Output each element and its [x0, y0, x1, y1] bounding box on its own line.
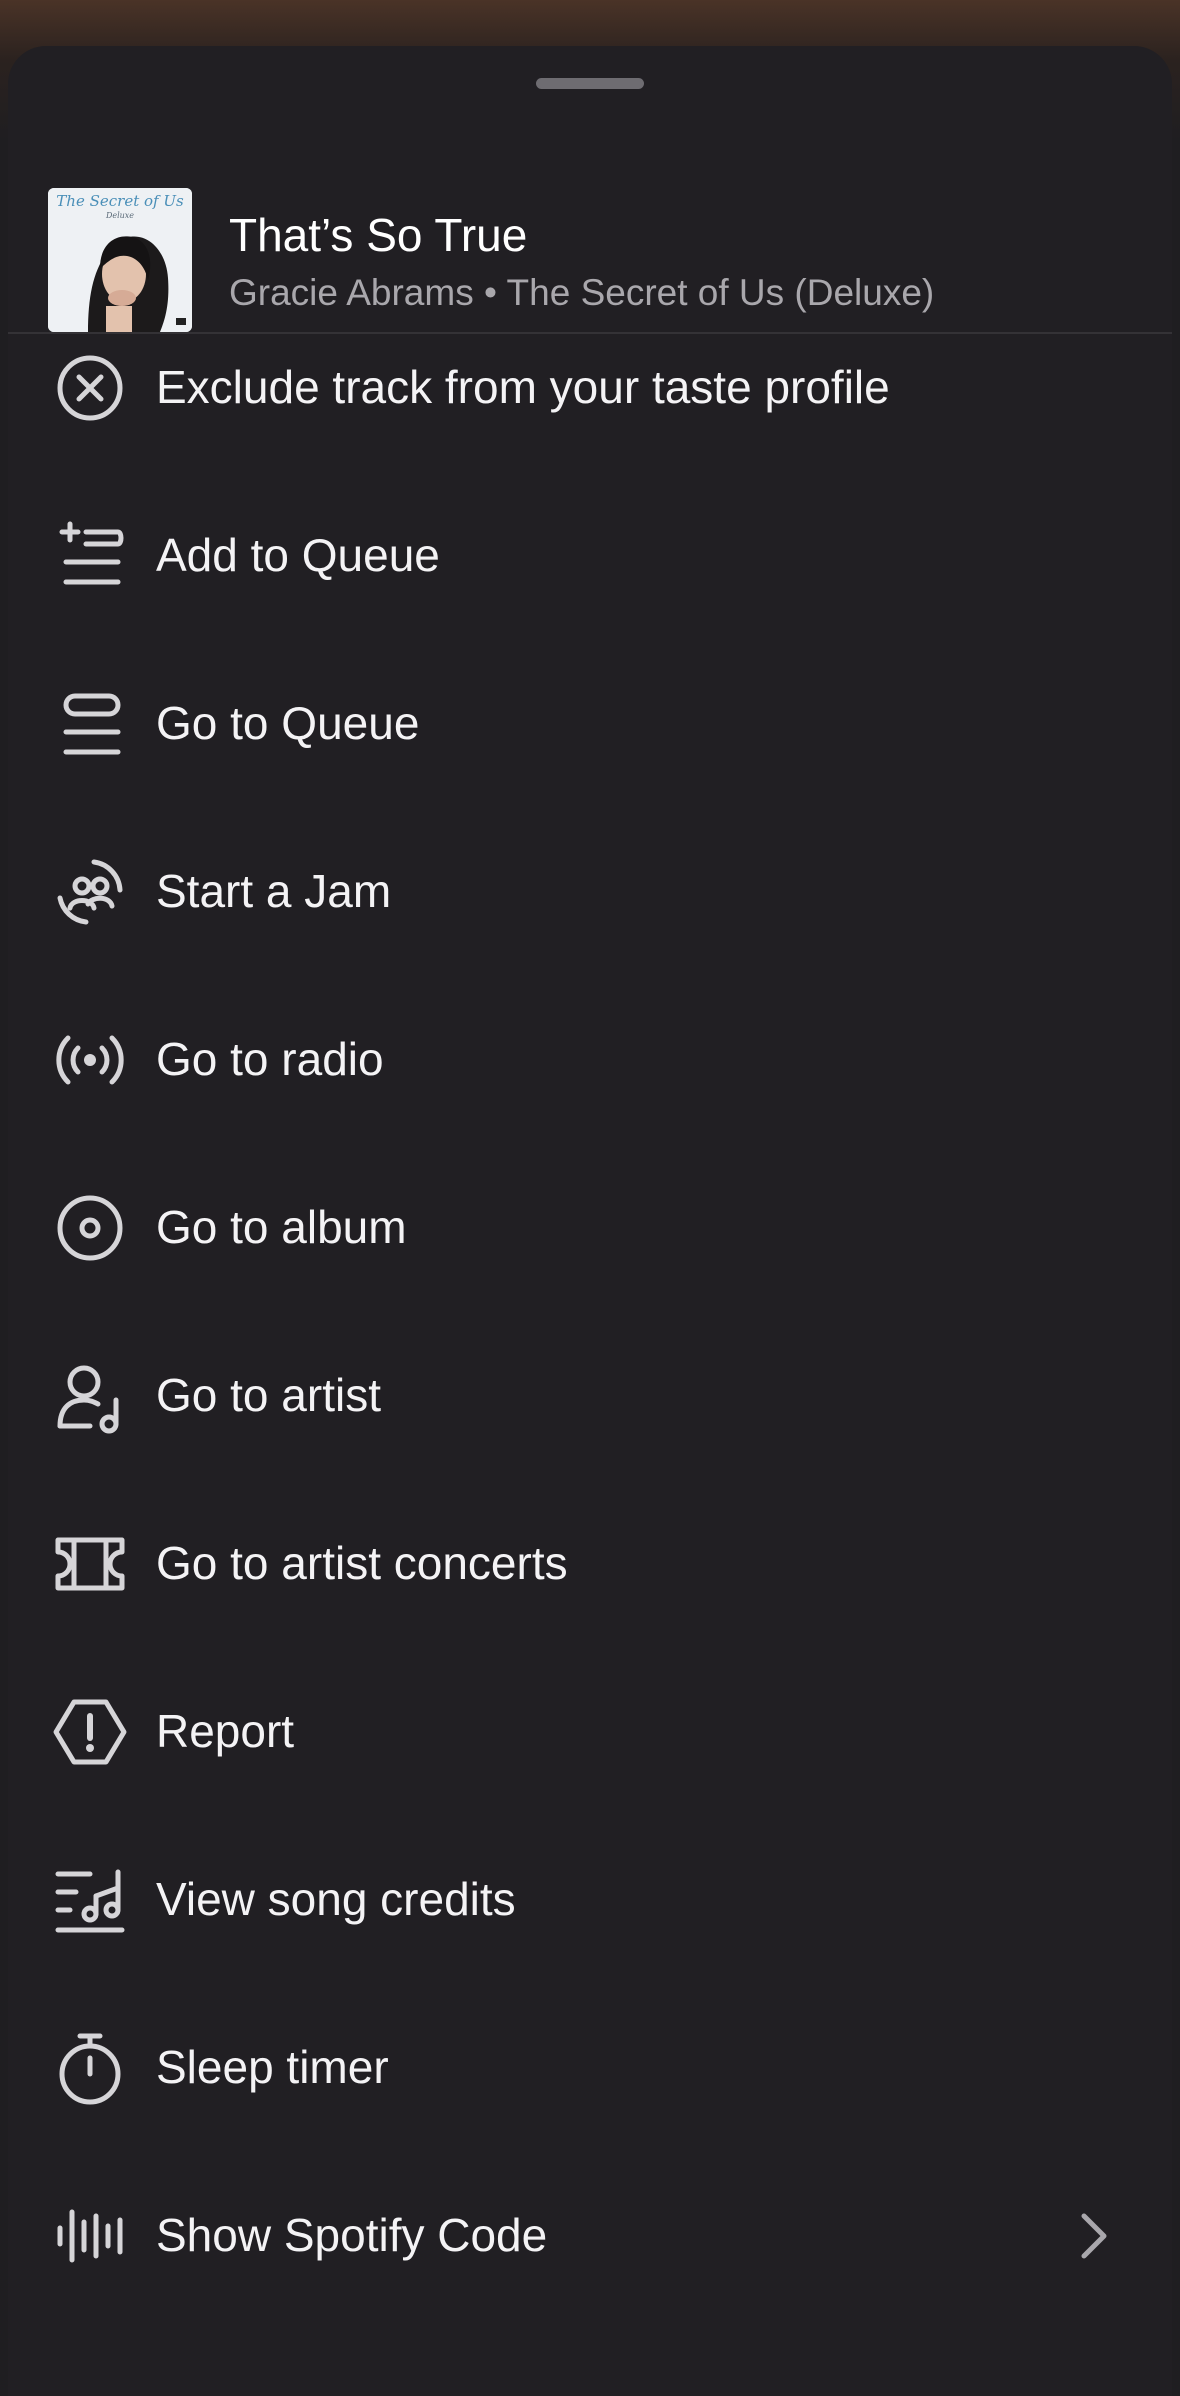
context-menu-sheet: The Secret of Us Deluxe That’s So True G… [8, 46, 1172, 2396]
menu-item-go-to-radio[interactable]: Go to radio [8, 976, 1172, 1144]
menu-item-go-to-artist[interactable]: Go to artist [8, 1312, 1172, 1480]
menu-item-sleep-timer[interactable]: Sleep timer [8, 1984, 1172, 2152]
menu-item-exclude-from-taste-profile[interactable]: Exclude track from your taste profile [8, 304, 1172, 472]
menu-label: Show Spotify Code [156, 2209, 548, 2261]
menu-label: Report [156, 1705, 295, 1757]
queue-list-icon [44, 678, 136, 770]
album-art-title: The Secret of Us [56, 192, 184, 210]
stopwatch-icon [44, 2022, 136, 2114]
spotify-code-waveform-icon [44, 2190, 136, 2282]
drag-handle[interactable] [536, 78, 644, 89]
menu-item-go-to-artist-concerts[interactable]: Go to artist concerts [8, 1480, 1172, 1648]
menu-label: Go to radio [156, 1033, 384, 1085]
menu-item-go-to-queue[interactable]: Go to Queue [8, 640, 1172, 808]
exclude-circle-x-icon [44, 342, 136, 434]
ticket-icon [44, 1518, 136, 1610]
track-title: That’s So True [229, 209, 528, 261]
report-warning-icon [44, 1686, 136, 1778]
menu-label: Go to artist concerts [156, 1537, 568, 1589]
menu-label: Exclude track from your taste profile [156, 361, 890, 413]
menu-item-go-to-album[interactable]: Go to album [8, 1144, 1172, 1312]
menu-item-view-song-credits[interactable]: View song credits [8, 1816, 1172, 1984]
menu-label: Go to artist [156, 1369, 381, 1421]
menu-label: Go to Queue [156, 697, 420, 749]
radio-broadcast-icon [44, 1014, 136, 1106]
menu-label: Add to Queue [156, 529, 440, 581]
song-credits-icon [44, 1854, 136, 1946]
chevron-right-icon [1062, 2206, 1122, 2266]
album-art-subtitle: Deluxe [105, 211, 134, 220]
menu-item-start-a-jam[interactable]: Start a Jam [8, 808, 1172, 976]
menu-item-report[interactable]: Report [8, 1648, 1172, 1816]
menu-label: Go to album [156, 1201, 407, 1253]
menu-label: View song credits [156, 1873, 516, 1925]
menu-label: Sleep timer [156, 2041, 389, 2093]
jam-people-icon [44, 846, 136, 938]
menu-item-show-spotify-code[interactable]: Show Spotify Code [8, 2152, 1172, 2320]
add-to-queue-icon [44, 510, 136, 602]
artist-person-note-icon [44, 1350, 136, 1442]
menu-item-add-to-queue[interactable]: Add to Queue [8, 472, 1172, 640]
album-disc-icon [44, 1182, 136, 1274]
menu-label: Start a Jam [156, 865, 392, 917]
